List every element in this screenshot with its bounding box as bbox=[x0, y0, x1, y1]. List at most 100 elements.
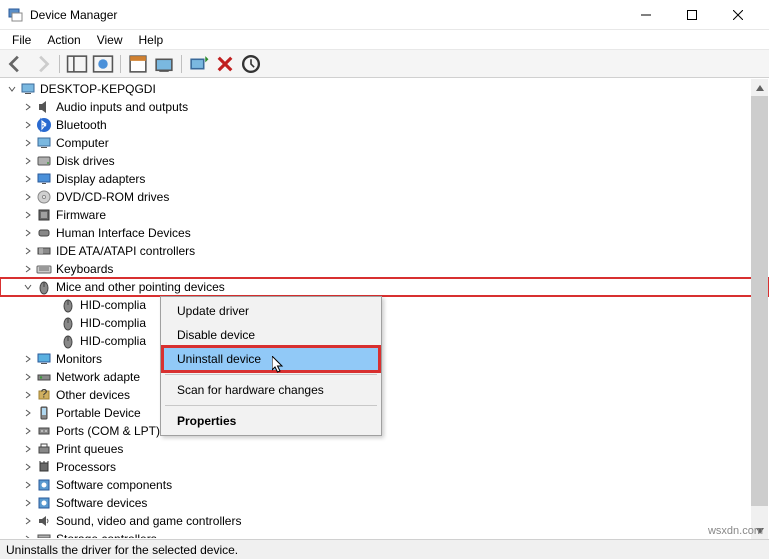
close-button[interactable] bbox=[715, 0, 761, 30]
category-label: Audio inputs and outputs bbox=[56, 100, 188, 114]
menu-help[interactable]: Help bbox=[131, 31, 172, 49]
category-label: Bluetooth bbox=[56, 118, 107, 132]
category-node[interactable]: Display adapters bbox=[0, 170, 769, 188]
category-node[interactable]: Human Interface Devices bbox=[0, 224, 769, 242]
minimize-button[interactable] bbox=[623, 0, 669, 30]
caret-right-icon[interactable] bbox=[22, 173, 34, 185]
ctx-properties[interactable]: Properties bbox=[163, 409, 379, 433]
caret-right-icon[interactable] bbox=[22, 425, 34, 437]
category-label: Processors bbox=[56, 460, 116, 474]
category-label: Sound, video and game controllers bbox=[56, 514, 241, 528]
device-node[interactable]: HID-complia bbox=[0, 296, 769, 314]
category-node[interactable]: Processors bbox=[0, 458, 769, 476]
back-button[interactable] bbox=[4, 53, 28, 75]
bluetooth-icon bbox=[36, 117, 52, 133]
mouse-icon bbox=[36, 279, 52, 295]
maximize-button[interactable] bbox=[669, 0, 715, 30]
category-node[interactable]: Storage controllers bbox=[0, 530, 769, 538]
category-node[interactable]: Portable Device bbox=[0, 404, 769, 422]
category-label: Human Interface Devices bbox=[56, 226, 191, 240]
status-bar: Uninstalls the driver for the selected d… bbox=[0, 539, 769, 559]
caret-right-icon[interactable] bbox=[22, 353, 34, 365]
category-node[interactable]: Monitors bbox=[0, 350, 769, 368]
storage-icon bbox=[36, 531, 52, 538]
caret-right-icon[interactable] bbox=[22, 137, 34, 149]
category-node[interactable]: DVD/CD-ROM drives bbox=[0, 188, 769, 206]
device-tree[interactable]: DESKTOP-KEPQGDI Audio inputs and outputs… bbox=[0, 78, 769, 538]
category-node[interactable]: Software components bbox=[0, 476, 769, 494]
update-button[interactable] bbox=[152, 53, 176, 75]
category-node[interactable]: Ports (COM & LPT) bbox=[0, 422, 769, 440]
ctx-uninstall-device[interactable]: Uninstall device bbox=[163, 347, 379, 371]
show-hide-tree-button[interactable] bbox=[65, 53, 89, 75]
ctx-disable-device[interactable]: Disable device bbox=[163, 323, 379, 347]
caret-right-icon[interactable] bbox=[22, 263, 34, 275]
category-label: Print queues bbox=[56, 442, 123, 456]
network-icon bbox=[36, 369, 52, 385]
caret-right-icon[interactable] bbox=[22, 461, 34, 473]
category-node[interactable]: Keyboards bbox=[0, 260, 769, 278]
category-mice-label: Mice and other pointing devices bbox=[56, 280, 225, 294]
category-label: Ports (COM & LPT) bbox=[56, 424, 160, 438]
root-node[interactable]: DESKTOP-KEPQGDI bbox=[0, 80, 769, 98]
caret-right-icon[interactable] bbox=[22, 389, 34, 401]
help-button[interactable] bbox=[91, 53, 115, 75]
ctx-update-driver[interactable]: Update driver bbox=[163, 299, 379, 323]
hid-icon bbox=[36, 225, 52, 241]
caret-right-icon[interactable] bbox=[22, 533, 34, 538]
dvd-icon bbox=[36, 189, 52, 205]
category-node[interactable]: Software devices bbox=[0, 494, 769, 512]
computer-icon bbox=[20, 81, 36, 97]
caret-right-icon[interactable] bbox=[22, 209, 34, 221]
category-label: Software devices bbox=[56, 496, 147, 510]
sound-icon bbox=[36, 513, 52, 529]
device-node[interactable]: HID-complia bbox=[0, 332, 769, 350]
ctx-scan-hardware[interactable]: Scan for hardware changes bbox=[163, 378, 379, 402]
software-icon bbox=[36, 477, 52, 493]
caret-right-icon[interactable] bbox=[22, 407, 34, 419]
caret-right-icon[interactable] bbox=[22, 227, 34, 239]
category-node[interactable]: IDE ATA/ATAPI controllers bbox=[0, 242, 769, 260]
caret-right-icon[interactable] bbox=[22, 479, 34, 491]
display-icon bbox=[36, 171, 52, 187]
uninstall-button[interactable] bbox=[213, 53, 237, 75]
category-node[interactable]: Disk drives bbox=[0, 152, 769, 170]
forward-button[interactable] bbox=[30, 53, 54, 75]
category-node[interactable]: Audio inputs and outputs bbox=[0, 98, 769, 116]
category-mice[interactable]: Mice and other pointing devices bbox=[0, 278, 769, 296]
category-node[interactable]: Firmware bbox=[0, 206, 769, 224]
caret-right-icon[interactable] bbox=[22, 191, 34, 203]
scroll-up-arrow[interactable] bbox=[751, 79, 768, 96]
caret-down-icon[interactable] bbox=[6, 83, 18, 95]
caret-right-icon[interactable] bbox=[22, 443, 34, 455]
caret-right-icon[interactable] bbox=[22, 155, 34, 167]
category-node[interactable]: Print queues bbox=[0, 440, 769, 458]
caret-right-icon[interactable] bbox=[22, 497, 34, 509]
caret-right-icon[interactable] bbox=[22, 119, 34, 131]
print-icon bbox=[36, 441, 52, 457]
device-node[interactable]: HID-complia bbox=[0, 314, 769, 332]
category-node[interactable]: Sound, video and game controllers bbox=[0, 512, 769, 530]
scan-hardware-button[interactable] bbox=[187, 53, 211, 75]
properties-button[interactable] bbox=[126, 53, 150, 75]
watermark: wsxdn.com bbox=[708, 525, 763, 537]
caret-right-icon[interactable] bbox=[22, 371, 34, 383]
caret-right-icon[interactable] bbox=[22, 515, 34, 527]
vertical-scrollbar[interactable] bbox=[751, 79, 768, 539]
caret-down-icon[interactable] bbox=[22, 281, 34, 293]
monitor-icon bbox=[36, 351, 52, 367]
category-node[interactable]: Network adapte bbox=[0, 368, 769, 386]
caret-right-icon[interactable] bbox=[22, 101, 34, 113]
app-icon bbox=[8, 7, 24, 23]
category-label: Disk drives bbox=[56, 154, 115, 168]
category-node[interactable]: ?Other devices bbox=[0, 386, 769, 404]
caret-right-icon[interactable] bbox=[22, 245, 34, 257]
menu-action[interactable]: Action bbox=[39, 31, 88, 49]
category-label: Storage controllers bbox=[56, 532, 157, 538]
category-node[interactable]: Computer bbox=[0, 134, 769, 152]
scrollbar-thumb[interactable] bbox=[751, 96, 768, 506]
menu-view[interactable]: View bbox=[89, 31, 131, 49]
menu-file[interactable]: File bbox=[4, 31, 39, 49]
category-node[interactable]: Bluetooth bbox=[0, 116, 769, 134]
disable-button[interactable] bbox=[239, 53, 263, 75]
